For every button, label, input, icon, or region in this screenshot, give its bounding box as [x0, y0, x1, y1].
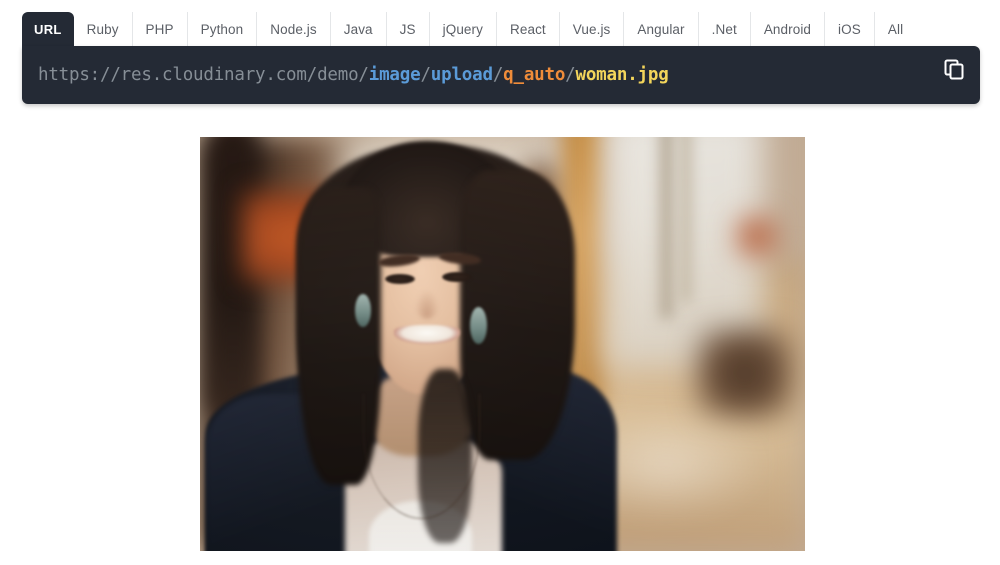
- tab-label: JS: [399, 21, 416, 37]
- url-extension-segment: .jpg: [627, 65, 669, 85]
- url-resource-type-segment: image: [368, 65, 421, 85]
- tab-url[interactable]: URL: [22, 12, 74, 46]
- tab-label: Ruby: [86, 21, 119, 37]
- page-root: URL Ruby PHP Python Node.js Java JS jQue…: [0, 0, 1000, 565]
- url-transformation-segment: q_auto: [503, 65, 566, 85]
- tab-label: Android: [763, 21, 812, 37]
- tab-php[interactable]: PHP: [132, 12, 188, 46]
- code-snippet-widget: URL Ruby PHP Python Node.js Java JS jQue…: [22, 12, 980, 104]
- tab-label: Java: [343, 21, 373, 37]
- tab-ruby[interactable]: Ruby: [73, 12, 133, 46]
- url-separator: /: [565, 65, 576, 85]
- tab-react[interactable]: React: [497, 12, 560, 46]
- tab-android[interactable]: Android: [750, 12, 826, 46]
- tab-angular[interactable]: Angular: [624, 12, 699, 46]
- tab-label: PHP: [145, 21, 174, 37]
- tab-vuejs[interactable]: Vue.js: [559, 12, 625, 46]
- tab-ios[interactable]: iOS: [825, 12, 875, 46]
- url-code-panel[interactable]: https://res.cloudinary.com/demo/image/up…: [22, 46, 980, 104]
- language-tab-bar[interactable]: URL Ruby PHP Python Node.js Java JS jQue…: [22, 12, 980, 46]
- tab-label: Node.js: [270, 21, 317, 37]
- tab-label: jQuery: [442, 21, 483, 37]
- url-public-id-segment: woman: [575, 65, 628, 85]
- tab-js[interactable]: JS: [386, 12, 430, 46]
- tab-label: React: [510, 21, 546, 37]
- tab-label: iOS: [838, 21, 861, 37]
- preview-vignette: [200, 137, 805, 551]
- tab-dotnet[interactable]: .Net: [698, 12, 751, 46]
- tab-label: Angular: [637, 21, 685, 37]
- tab-label: .Net: [711, 21, 737, 37]
- copy-button[interactable]: [942, 57, 966, 83]
- url-base-segment: https://res.cloudinary.com/demo: [38, 65, 359, 85]
- preview-image: [200, 137, 805, 551]
- url-separator: /: [420, 65, 431, 85]
- tab-label: Vue.js: [572, 21, 611, 37]
- tab-nodejs[interactable]: Node.js: [257, 12, 331, 46]
- tab-all[interactable]: All: [874, 12, 917, 46]
- url-string[interactable]: https://res.cloudinary.com/demo/image/up…: [38, 65, 669, 85]
- copy-icon: [944, 59, 964, 80]
- tab-python[interactable]: Python: [187, 12, 258, 46]
- url-action-segment: upload: [430, 65, 493, 85]
- tab-jquery[interactable]: jQuery: [429, 12, 497, 46]
- url-separator: /: [358, 65, 369, 85]
- url-separator: /: [492, 65, 504, 85]
- tab-label: Python: [200, 21, 244, 37]
- tab-label: All: [887, 21, 904, 37]
- tab-label: URL: [34, 21, 62, 37]
- tab-java[interactable]: Java: [330, 12, 387, 46]
